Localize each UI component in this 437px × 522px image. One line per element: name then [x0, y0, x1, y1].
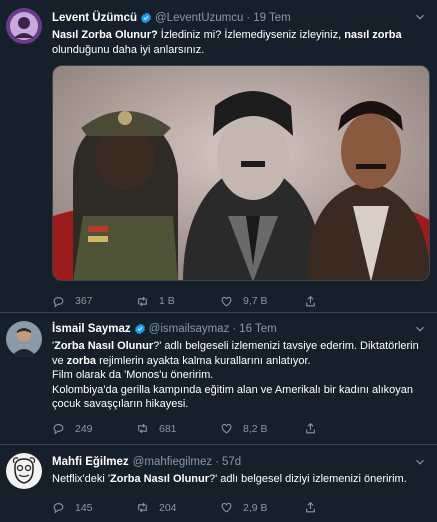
tweet-actions: 145 204 2,9 B — [52, 499, 429, 517]
tweet-header: Levent Üzümcü @LeventUzumcu · 19 Tem — [52, 0, 429, 25]
like-count: 9,7 B — [243, 295, 268, 307]
tweet-header: Mahfi Eğilmez @mahfiegilmez · 57d — [52, 445, 429, 469]
tweet[interactable]: Mahfi Eğilmez @mahfiegilmez · 57d Netfli… — [0, 445, 437, 522]
retweet-count: 681 — [159, 422, 177, 435]
tweet-text: Nasıl Zorba Olunur? İzlediniz mi? İzleme… — [52, 28, 429, 57]
reply-count: 249 — [75, 422, 93, 435]
reply-button[interactable]: 249 — [52, 422, 136, 435]
text-bold: Nasıl Zorba Olunur? — [52, 29, 158, 41]
tweet-actions: 367 1 B 9,7 B — [52, 292, 429, 310]
chevron-down-icon[interactable] — [413, 10, 427, 24]
retweet-icon — [138, 502, 147, 513]
author-handle[interactable]: @LeventUzumcu — [155, 11, 243, 25]
share-button[interactable] — [304, 501, 388, 514]
avatar[interactable] — [6, 8, 42, 44]
text-span: rejimlerin ayakta kalma kurallarını anla… — [52, 354, 414, 411]
tweet-header: İsmail Saymaz @ismailsaymaz · 16 Tem — [52, 313, 429, 336]
avatar[interactable] — [6, 321, 42, 357]
timestamp[interactable]: 16 Tem — [239, 322, 277, 336]
heart-icon — [221, 423, 232, 434]
retweet-icon — [138, 423, 147, 434]
chevron-down-icon[interactable] — [413, 455, 427, 469]
share-icon — [306, 501, 315, 513]
timeline: Levent Üzümcü @LeventUzumcu · 19 Tem Nas… — [0, 0, 437, 522]
retweet-icon — [138, 296, 147, 306]
author-name[interactable]: Mahfi Eğilmez — [52, 455, 129, 469]
heart-icon — [221, 296, 232, 306]
retweet-button[interactable]: 681 — [136, 422, 220, 435]
retweet-count: 204 — [159, 501, 177, 514]
like-button[interactable]: 8,2 B — [220, 422, 304, 435]
text-span: Netflix'deki ' — [52, 473, 110, 485]
share-button[interactable] — [304, 422, 388, 435]
verified-icon — [141, 12, 151, 24]
author-name[interactable]: İsmail Saymaz — [52, 322, 131, 336]
text-span: ?' adlı belgesel diziyi izlemenizi öneri… — [209, 473, 407, 485]
share-icon — [306, 295, 315, 306]
like-count: 2,9 B — [243, 501, 268, 514]
like-button[interactable]: 2,9 B — [220, 501, 304, 514]
separator: · — [215, 456, 219, 468]
retweet-count: 1 B — [159, 295, 175, 307]
reply-button[interactable]: 367 — [52, 295, 136, 308]
text-bold: Zorba Nasıl Olunur — [110, 473, 210, 485]
text-bold: nasıl zorba — [344, 29, 402, 41]
reply-button[interactable]: 145 — [52, 501, 136, 514]
share-button[interactable] — [304, 295, 388, 308]
tweet[interactable]: Levent Üzümcü @LeventUzumcu · 19 Tem Nas… — [0, 0, 437, 313]
text-bold: zorba — [66, 354, 97, 367]
tweet-media-image[interactable] — [52, 65, 430, 281]
reply-count: 367 — [75, 295, 93, 307]
retweet-button[interactable]: 1 B — [136, 295, 220, 308]
author-name[interactable]: Levent Üzümcü — [52, 11, 137, 25]
like-button[interactable]: 9,7 B — [220, 295, 304, 308]
author-handle[interactable]: @mahfiegilmez — [133, 455, 212, 469]
tweet-text: 'Zorba Nasıl Olunur?' adlı belgeseli izl… — [52, 339, 429, 412]
tweet-actions: 249 681 8,2 B — [52, 420, 429, 438]
author-handle[interactable]: @ismailsaymaz — [149, 322, 230, 336]
tweet-text: Netflix'deki 'Zorba Nasıl Olunur?' adlı … — [52, 472, 429, 487]
avatar[interactable] — [6, 453, 42, 489]
verified-icon — [134, 323, 145, 335]
timestamp[interactable]: 19 Tem — [253, 11, 291, 25]
text-bold: Zorba Nasıl Olunur — [54, 340, 154, 352]
text-span: İzlediniz mi? İzlemediyseniz izleyiniz, — [157, 29, 345, 41]
separator: · — [232, 323, 237, 335]
retweet-button[interactable]: 204 — [136, 501, 220, 514]
chevron-down-icon[interactable] — [413, 322, 427, 336]
reply-icon — [53, 424, 64, 435]
share-icon — [306, 422, 315, 434]
like-count: 8,2 B — [243, 422, 268, 435]
timestamp[interactable]: 57d — [222, 455, 241, 469]
tweet[interactable]: İsmail Saymaz @ismailsaymaz · 16 Tem 'Zo… — [0, 313, 437, 445]
reply-count: 145 — [75, 501, 93, 514]
reply-icon — [53, 296, 64, 308]
reply-icon — [53, 503, 64, 514]
separator: · — [246, 12, 251, 24]
heart-icon — [221, 502, 232, 513]
